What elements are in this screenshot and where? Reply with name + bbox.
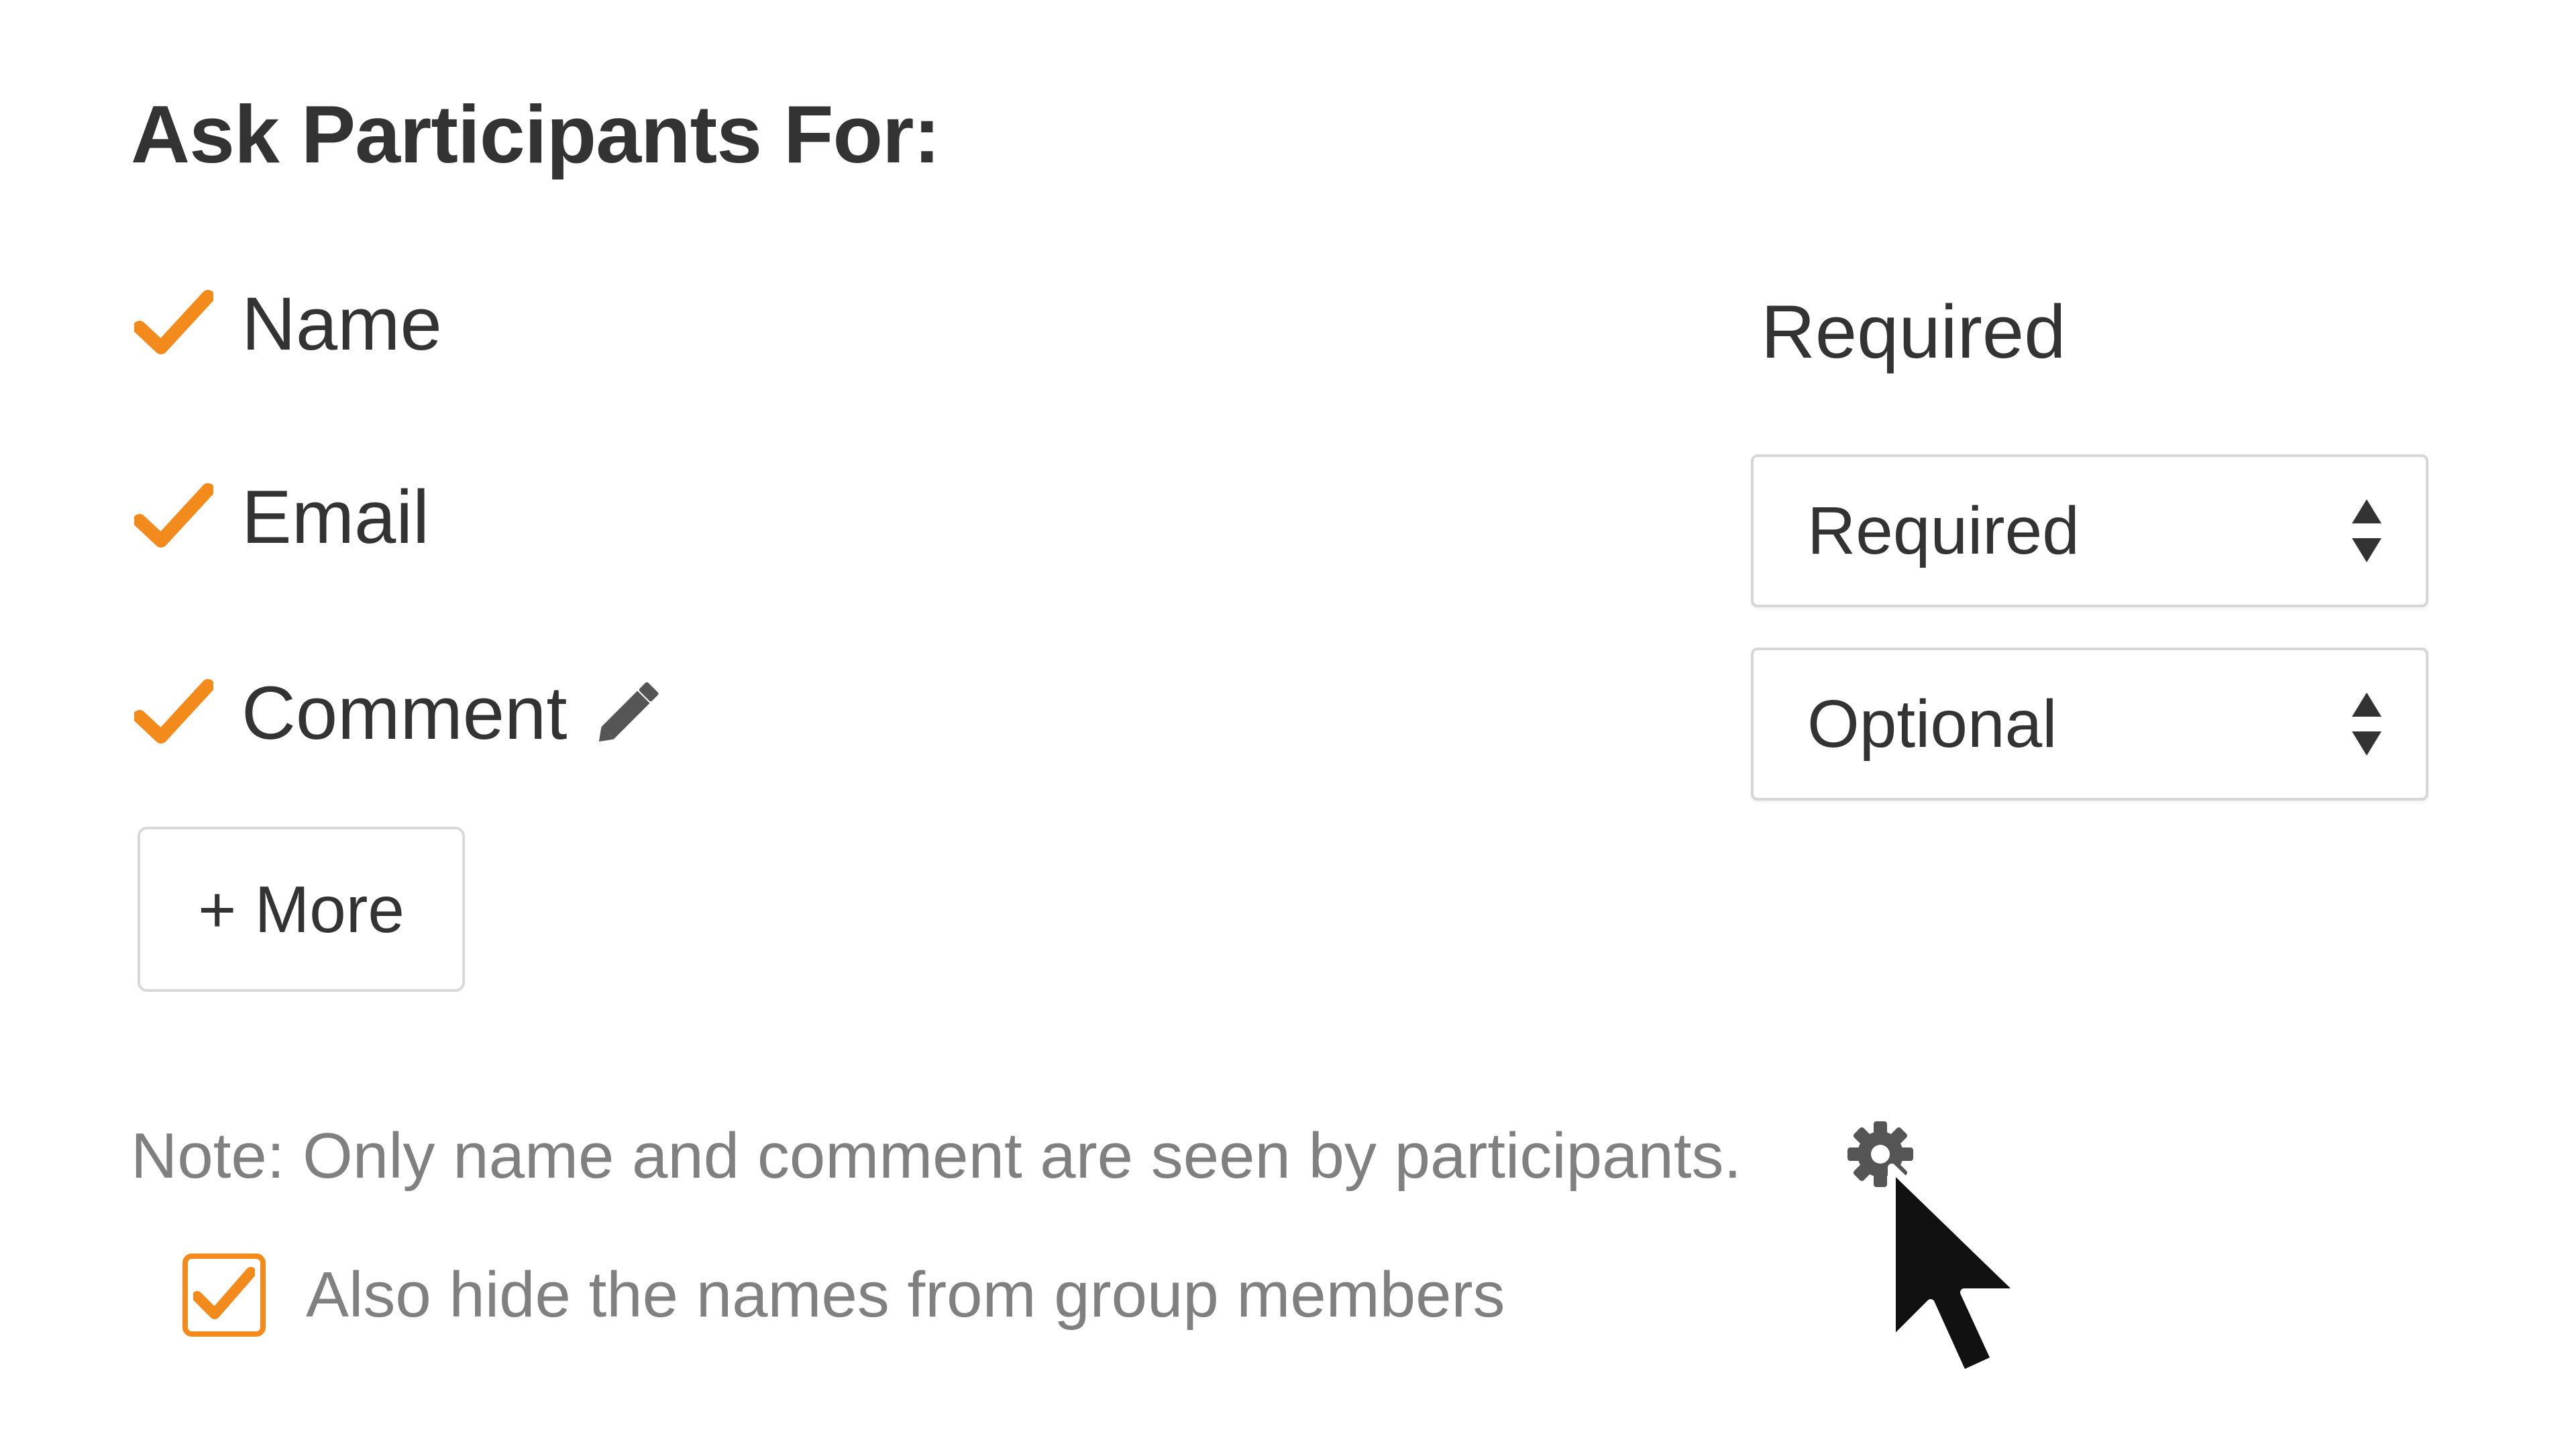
select-arrows-icon xyxy=(2352,499,2381,562)
field-row-email: Email xyxy=(134,470,429,564)
field-label-name: Name xyxy=(241,281,442,366)
section-heading: Ask Participants For: xyxy=(131,89,941,180)
comment-requirement-select[interactable]: Optional xyxy=(1751,648,2428,801)
field-row-comment: Comment xyxy=(134,666,672,760)
check-icon xyxy=(134,483,213,548)
comment-requirement-value: Optional xyxy=(1807,686,2057,762)
pencil-icon[interactable] xyxy=(584,669,672,756)
hide-names-option[interactable]: Also hide the names from group members xyxy=(182,1251,1505,1339)
check-icon xyxy=(134,679,213,744)
field-label-email: Email xyxy=(241,474,430,559)
checkbox-check-icon xyxy=(193,1267,255,1319)
email-requirement-value: Required xyxy=(1807,493,2080,568)
add-more-fields-button[interactable]: + More xyxy=(138,827,465,992)
mouse-pointer-icon xyxy=(1888,1164,2025,1378)
hide-names-checkbox[interactable] xyxy=(182,1254,266,1337)
hide-names-label: Also hide the names from group members xyxy=(306,1259,1505,1331)
email-requirement-select[interactable]: Required xyxy=(1751,454,2428,607)
field-row-name: Name xyxy=(134,276,442,370)
name-requirement-text: Required xyxy=(1761,290,2066,374)
select-arrows-icon xyxy=(2352,693,2381,756)
field-label-comment: Comment xyxy=(241,670,568,755)
note-text: Note: Only name and comment are seen by … xyxy=(131,1120,1742,1192)
check-icon xyxy=(134,290,213,354)
